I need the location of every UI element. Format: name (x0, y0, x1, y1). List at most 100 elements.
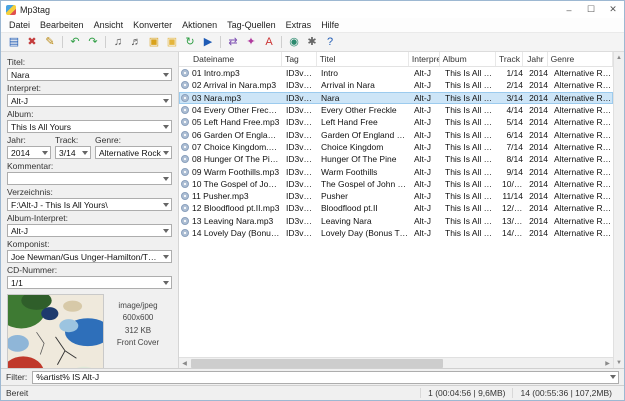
remove-tag-icon[interactable]: ✖ (24, 34, 40, 50)
table-row[interactable]: 12 Bloodflood pt.II.mp3ID3v2.4Bloodflood… (179, 202, 613, 214)
cell-album: This Is All Yours (442, 191, 499, 201)
refresh-icon[interactable]: ↻ (182, 34, 198, 50)
text-case-icon[interactable]: A (261, 34, 277, 50)
menu-bearbeiten[interactable]: Bearbeiten (35, 19, 89, 31)
cd-nummer-combo[interactable]: 1/1 (7, 276, 172, 289)
table-row[interactable]: 11 Pusher.mp3ID3v2.4PusherAlt-JThis Is A… (179, 190, 613, 202)
table-row[interactable]: 04 Every Other Freckle.mp3ID3v2.4Every O… (179, 104, 613, 116)
chevron-down-icon[interactable] (42, 151, 48, 155)
cell-album: This Is All Yours (442, 142, 499, 152)
play-icon[interactable]: ▶ (200, 34, 216, 50)
track-combo[interactable]: 3/14 (55, 146, 91, 159)
chevron-down-icon[interactable] (163, 151, 169, 155)
web-sources-icon[interactable]: ◉ (286, 34, 302, 50)
scroll-right-icon[interactable]: ▶ (602, 358, 613, 369)
table-row[interactable]: 09 Warm Foothills.mp3ID3v2.4Warm Foothil… (179, 165, 613, 177)
cell-genre: Alternative Rock (551, 105, 613, 115)
genre-combo[interactable]: Alternative Rock (95, 146, 172, 159)
chevron-down-icon[interactable] (82, 151, 88, 155)
menu-extras[interactable]: Extras (281, 19, 317, 31)
jahr-combo[interactable]: 2014 (7, 146, 51, 159)
cell-interpret: Alt-J (411, 68, 442, 78)
table-row[interactable]: 14 Lovely Day (Bonus Track).mp3ID3v2.4Lo… (179, 227, 613, 239)
table-row[interactable]: 08 Hunger Of The Pine.mp3ID3v2.4Hunger O… (179, 153, 613, 165)
cell-jahr: 2014 (526, 93, 551, 103)
save-tag-icon[interactable]: ▤ (6, 34, 22, 50)
cell-tag: ID3v2.4 (283, 142, 318, 152)
toolbar-separator (281, 36, 282, 48)
change-folder-icon[interactable]: ▣ (146, 34, 162, 50)
column-header-jahr[interactable]: Jahr (523, 52, 548, 66)
table-header: DateinameTagTitelInterpretAlbumTrackJahr… (179, 52, 613, 67)
filter-input[interactable]: %artist% IS Alt-J (32, 371, 619, 384)
album-interpret-combo[interactable]: Alt-J (7, 224, 172, 237)
cell-jahr: 2014 (526, 216, 551, 226)
cell-titel: Lovely Day (Bonus Track) (318, 228, 411, 238)
options-icon[interactable]: ✱ (304, 34, 320, 50)
interpret-combo[interactable]: Alt-J (7, 94, 172, 107)
menu-datei[interactable]: Datei (4, 19, 35, 31)
menu-ansicht[interactable]: Ansicht (89, 19, 129, 31)
komponist-combo[interactable]: Joe Newman/Gus Unger-Hamilton/Thom Green (7, 250, 172, 263)
table-row[interactable]: 06 Garden Of England – Interlude.mp3ID3v… (179, 128, 613, 140)
cd-nummer-label: CD-Nummer: (7, 265, 172, 275)
table-row[interactable]: 03 Nara.mp3ID3v2.4NaraAlt-JThis Is All Y… (179, 92, 613, 104)
column-header-track[interactable]: Track (496, 52, 523, 66)
chevron-down-icon[interactable] (163, 177, 169, 181)
table-row[interactable]: 10 The Gospel of John Hurt.mp3ID3v2.4The… (179, 178, 613, 190)
column-header-tag[interactable]: Tag (282, 52, 317, 66)
column-header-album[interactable]: Album (440, 52, 496, 66)
cell-interpret: Alt-J (411, 167, 442, 177)
scrollbar-thumb[interactable] (191, 359, 443, 368)
chevron-down-icon[interactable] (163, 73, 169, 77)
chevron-down-icon[interactable] (163, 99, 169, 103)
cell-dateiname: 07 Choice Kingdom.mp3 (192, 142, 280, 152)
playlist-icon[interactable]: ♫ (110, 34, 126, 50)
close-button[interactable]: ✕ (602, 1, 624, 18)
column-header-dateiname[interactable]: Dateiname (179, 52, 282, 66)
minimize-button[interactable]: – (558, 1, 580, 18)
chevron-down-icon[interactable] (610, 375, 616, 379)
table-row[interactable]: 05 Left Hand Free.mp3ID3v2.4Left Hand Fr… (179, 116, 613, 128)
table-row[interactable]: 01 Intro.mp3ID3v2.4IntroAlt-JThis Is All… (179, 67, 613, 79)
cover-filesize: 312 KB (104, 325, 172, 337)
maximize-button[interactable]: ☐ (580, 1, 602, 18)
chevron-down-icon[interactable] (163, 281, 169, 285)
vertical-scrollbar[interactable]: ▲ ▼ (613, 52, 624, 368)
album-combo[interactable]: This Is All Yours (7, 120, 172, 133)
new-playlist-icon[interactable]: ♬ (128, 34, 144, 50)
chevron-down-icon[interactable] (163, 229, 169, 233)
cell-interpret: Alt-J (411, 117, 442, 127)
table-row[interactable]: 07 Choice Kingdom.mp3ID3v2.4Choice Kingd… (179, 141, 613, 153)
chevron-down-icon[interactable] (163, 203, 169, 207)
titel-combo[interactable]: Nara (7, 68, 172, 81)
menu-konverter[interactable]: Konverter (128, 19, 177, 31)
menu-tag-quellen[interactable]: Tag-Quellen (222, 19, 281, 31)
audio-file-icon (181, 143, 189, 151)
actions-icon[interactable]: ✦ (243, 34, 259, 50)
chevron-down-icon[interactable] (163, 125, 169, 129)
table-row[interactable]: 13 Leaving Nara.mp3ID3v2.4Leaving NaraAl… (179, 215, 613, 227)
scroll-up-icon[interactable]: ▲ (614, 52, 625, 63)
convert-icon[interactable]: ⇄ (225, 34, 241, 50)
help-icon[interactable]: ? (322, 34, 338, 50)
table-row[interactable]: 02 Arrival in Nara.mp3ID3v2.4Arrival in … (179, 79, 613, 91)
column-header-genre[interactable]: Genre (548, 52, 613, 66)
column-header-interpret[interactable]: Interpret (409, 52, 440, 66)
undo-icon[interactable]: ↶ (67, 34, 83, 50)
tag-edit-icon[interactable]: ✎ (42, 34, 58, 50)
column-header-titel[interactable]: Titel (317, 52, 409, 66)
verzeichnis-combo[interactable]: F:\Alt-J - This Is All Yours\ (7, 198, 172, 211)
kommentar-combo[interactable] (7, 172, 172, 185)
menu-hilfe[interactable]: Hilfe (316, 19, 344, 31)
parent-folder-icon[interactable]: ▣ (164, 34, 180, 50)
redo-icon[interactable]: ↷ (85, 34, 101, 50)
horizontal-scrollbar[interactable]: ◀ ▶ (179, 357, 613, 368)
menu-aktionen[interactable]: Aktionen (177, 19, 222, 31)
cell-interpret: Alt-J (411, 93, 442, 103)
scroll-left-icon[interactable]: ◀ (179, 358, 190, 369)
album-cover-art[interactable] (7, 294, 104, 368)
cell-album: This Is All Yours (442, 93, 499, 103)
scroll-down-icon[interactable]: ▼ (614, 357, 625, 368)
chevron-down-icon[interactable] (163, 255, 169, 259)
